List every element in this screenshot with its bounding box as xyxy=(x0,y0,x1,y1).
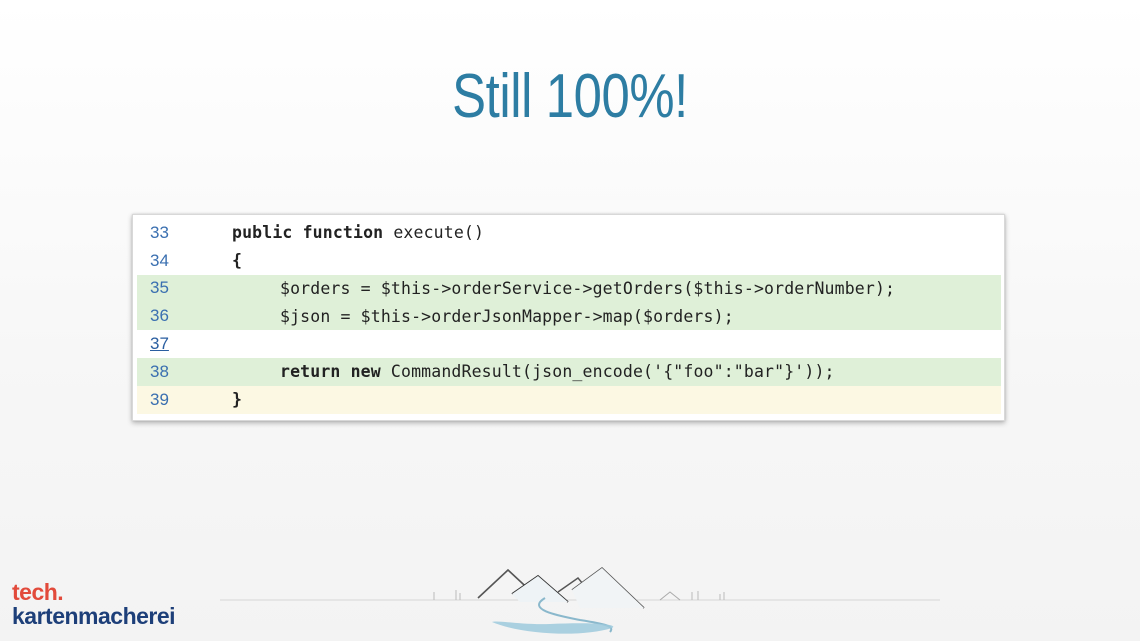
code-keyword: { xyxy=(232,251,243,271)
line-number: 34 xyxy=(150,250,169,270)
code-keyword: return new xyxy=(280,362,381,382)
brand-logo: tech. kartenmacherei xyxy=(12,579,176,629)
code-line-covered: 36 $json = $this->orderJsonMapper->map($… xyxy=(137,302,1001,331)
line-number-link[interactable]: 37 xyxy=(137,334,183,354)
code-token: CommandResult(json_encode('{"foo":"bar"}… xyxy=(380,362,835,382)
code-token: execute() xyxy=(383,223,485,243)
code-text: $orders = $this->orderService->getOrders… xyxy=(183,279,895,298)
brand-logo-line2: kartenmacherei xyxy=(12,603,176,629)
code-text: return new CommandResult(json_encode('{"… xyxy=(183,362,835,381)
mountain-landscape-icon xyxy=(220,566,940,634)
code-line: 34 { xyxy=(137,247,1001,275)
code-coverage-panel: 33 public function execute() 34 { 35 $or… xyxy=(132,214,1005,421)
code-token: $orders = $this->orderService->getOrders… xyxy=(280,278,896,298)
line-number: 36 xyxy=(150,306,169,326)
code-keyword: } xyxy=(232,390,243,410)
code-keyword: public function xyxy=(232,223,384,243)
code-line: 33 public function execute() xyxy=(137,219,1001,247)
line-number: 33 xyxy=(150,222,169,242)
code-line-warning: 39 } xyxy=(137,385,1001,414)
line-number: 35 xyxy=(150,278,169,298)
code-text: } xyxy=(183,390,242,409)
brand-logo-line1: tech. xyxy=(12,579,64,605)
code-line: 37 xyxy=(137,330,1001,358)
code-text: $json = $this->orderJsonMapper->map($ord… xyxy=(183,307,734,326)
code-line-covered: 35 $orders = $this->orderService->getOrd… xyxy=(137,274,1001,303)
line-number: 39 xyxy=(150,389,169,409)
code-text: { xyxy=(183,251,242,270)
code-text: public function execute() xyxy=(183,223,484,242)
code-token: $json = $this->orderJsonMapper->map($ord… xyxy=(280,306,734,326)
line-number: 38 xyxy=(150,361,169,381)
slide-title: Still 100%! xyxy=(452,62,688,131)
code-line-covered: 38 return new CommandResult(json_encode(… xyxy=(137,357,1001,386)
